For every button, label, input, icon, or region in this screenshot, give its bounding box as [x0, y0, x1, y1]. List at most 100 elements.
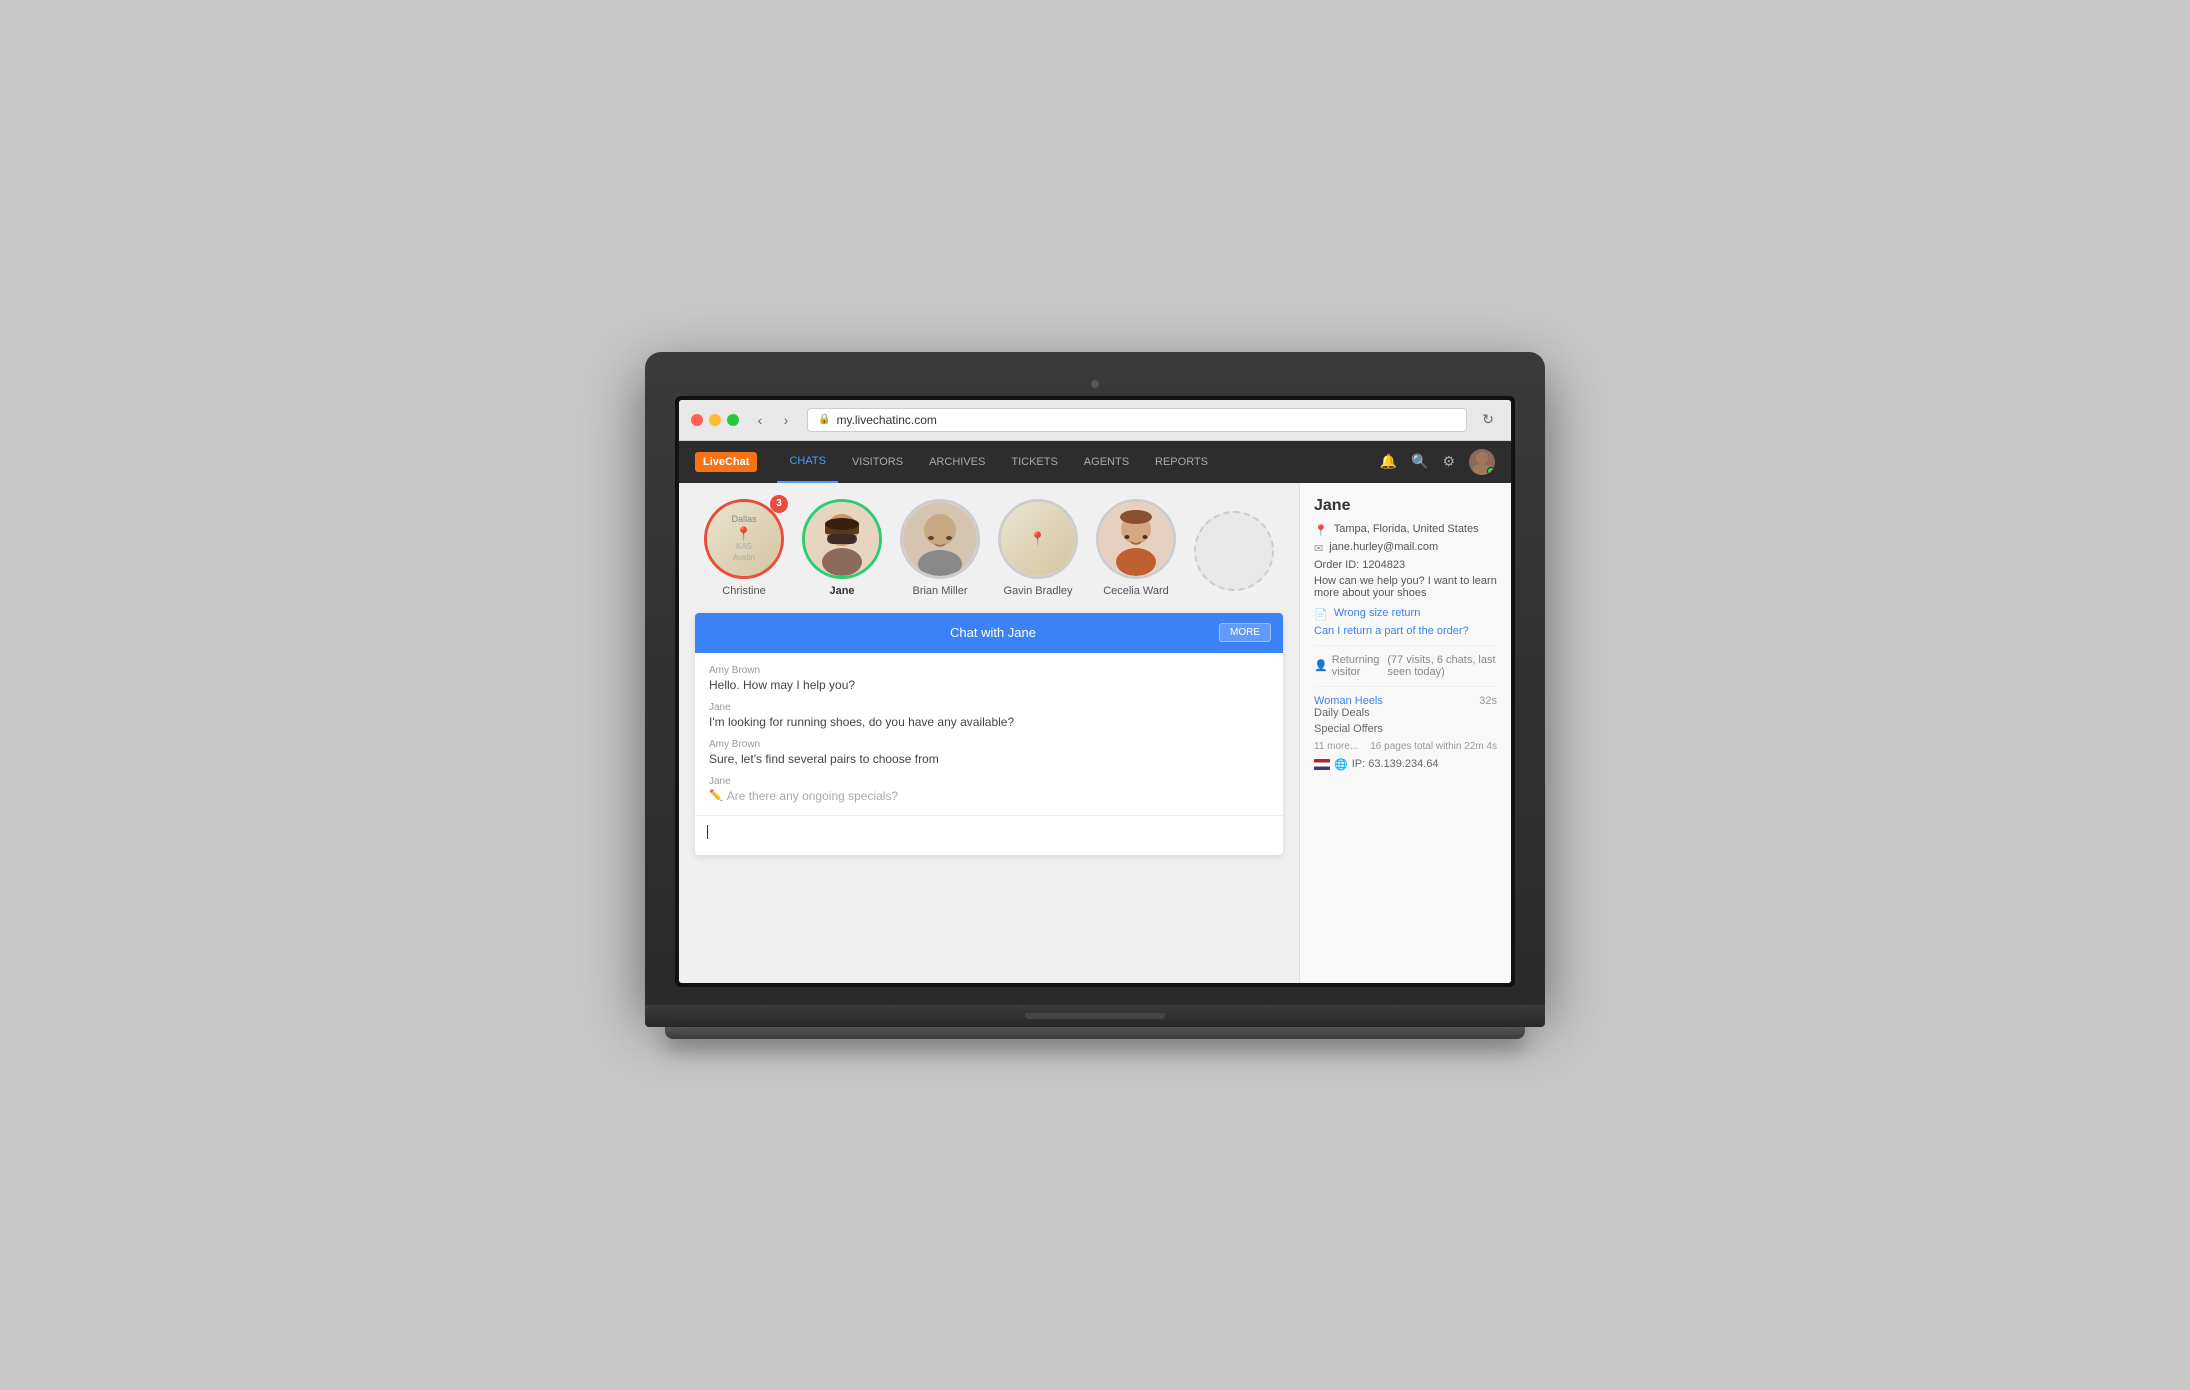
typing-icon: ✏️	[709, 789, 723, 802]
nav-arrows: ‹ ›	[749, 409, 797, 431]
help-row: How can we help you? I want to learn mor…	[1314, 575, 1497, 599]
laptop-notch	[1025, 1013, 1165, 1019]
visitor-jane[interactable]: Jane	[797, 499, 887, 597]
chat-area: Dallas 📍 KAS Austin 3	[679, 483, 1299, 983]
nav-agents[interactable]: AGENTS	[1072, 441, 1141, 483]
nav-chats[interactable]: CHATS	[777, 441, 837, 483]
visitor-gavin[interactable]: 📍 Gavin Bradley	[993, 499, 1083, 597]
laptop-base	[645, 1005, 1545, 1027]
msg-sender-2: Jane	[709, 702, 1269, 713]
url-text: my.livechatinc.com	[836, 413, 936, 427]
links-section: 📄 Wrong size return Can I return a part …	[1314, 607, 1497, 637]
order-row: Order ID: 1204823	[1314, 559, 1497, 571]
laptop-bottom	[665, 1027, 1525, 1039]
sidebar-ip: IP: 63.139.234.64	[1352, 758, 1439, 770]
close-button[interactable]	[691, 414, 703, 426]
traffic-lights	[691, 414, 739, 426]
jane-avatar-wrapper	[802, 499, 882, 579]
email-icon: ✉	[1314, 542, 1323, 555]
gavin-avatar-wrapper: 📍	[998, 499, 1078, 579]
sidebar-email: jane.hurley@mail.com	[1329, 541, 1438, 553]
pages-row-1: Woman Heels 32s	[1314, 695, 1497, 707]
cecelia-avatar-wrapper	[1096, 499, 1176, 579]
brian-name: Brian Miller	[912, 585, 967, 597]
more-button[interactable]: MORE	[1219, 623, 1271, 642]
browser-bar: ‹ › 🔒 my.livechatinc.com ↻	[679, 400, 1511, 441]
screen-bezel: ‹ › 🔒 my.livechatinc.com ↻ LiveChat	[675, 396, 1515, 987]
sidebar-icon-2: 🌐	[1334, 758, 1348, 771]
sidebar-order: Order ID: 1204823	[1314, 559, 1405, 571]
person-icon: 👤	[1314, 659, 1328, 672]
chat-messages: Amy Brown Hello. How may I help you? Jan…	[695, 653, 1283, 815]
url-bar[interactable]: 🔒 my.livechatinc.com	[807, 408, 1467, 432]
total-pages: 16 pages total within 22m 4s	[1370, 741, 1497, 752]
visitor-unknown[interactable]	[1189, 511, 1279, 597]
nav-tickets[interactable]: TICKETS	[999, 441, 1069, 483]
gavin-avatar: 📍	[998, 499, 1078, 579]
msg-text-3: Sure, let's find several pairs to choose…	[709, 752, 1269, 766]
message-4: Jane ✏️ Are there any ongoing specials?	[709, 776, 1269, 803]
visitor-brian[interactable]: Brian Miller	[895, 499, 985, 597]
livechat-logo: LiveChat	[695, 452, 757, 472]
msg-sender-4: Jane	[709, 776, 1269, 787]
link-row-2: Can I return a part of the order?	[1314, 625, 1497, 637]
camera	[1091, 380, 1099, 388]
user-avatar[interactable]	[1469, 449, 1495, 475]
nav-visitors[interactable]: VISITORS	[840, 441, 915, 483]
cecelia-photo	[1099, 502, 1173, 576]
us-flag-icon	[1314, 759, 1330, 770]
link-row-1: 📄 Wrong size return	[1314, 607, 1497, 621]
jane-photo	[805, 502, 879, 576]
message-2: Jane I'm looking for running shoes, do y…	[709, 702, 1269, 729]
divider-1	[1314, 645, 1497, 646]
divider-2	[1314, 686, 1497, 687]
page-item-2: Daily Deals	[1314, 707, 1370, 719]
ip-row: 🌐 IP: 63.139.234.64	[1314, 758, 1497, 771]
search-icon[interactable]: 🔍	[1411, 453, 1428, 470]
msg-sender-1: Amy Brown	[709, 665, 1269, 676]
nav-right: 🔔 🔍 ⚙	[1380, 449, 1495, 475]
forward-button[interactable]: ›	[775, 409, 797, 431]
sidebar-name: Jane	[1314, 497, 1497, 515]
chat-window: Chat with Jane MORE Amy Brown Hello. How…	[695, 613, 1283, 855]
main-content: Dallas 📍 KAS Austin 3	[679, 483, 1511, 983]
right-panel: Jane 📍 Tampa, Florida, United States ✉ j…	[1299, 483, 1511, 983]
message-3: Amy Brown Sure, let's find several pairs…	[709, 739, 1269, 766]
chat-header: Chat with Jane MORE	[695, 613, 1283, 653]
nav-archives[interactable]: ARCHIVES	[917, 441, 997, 483]
christine-avatar-wrapper: Dallas 📍 KAS Austin 3	[704, 499, 784, 579]
jane-avatar	[802, 499, 882, 579]
sidebar-link-2[interactable]: Can I return a part of the order?	[1314, 625, 1469, 637]
christine-map: Dallas 📍 KAS Austin	[707, 502, 781, 576]
chat-input-area[interactable]	[695, 815, 1283, 855]
visitor-cecelia[interactable]: Cecelia Ward	[1091, 499, 1181, 597]
nav-links: CHATS VISITORS ARCHIVES TICKETS AGENTS R…	[777, 441, 1379, 483]
message-1: Amy Brown Hello. How may I help you?	[709, 665, 1269, 692]
logo-text: LiveChat	[703, 456, 749, 468]
back-button[interactable]: ‹	[749, 409, 771, 431]
notification-icon[interactable]: 🔔	[1380, 453, 1397, 470]
page-row-2: Daily Deals	[1314, 707, 1497, 719]
page-row-3: Special Offers	[1314, 723, 1497, 735]
nav-reports[interactable]: REPORTS	[1143, 441, 1220, 483]
visitor-christine[interactable]: Dallas 📍 KAS Austin 3	[699, 499, 789, 597]
online-indicator	[1487, 467, 1495, 475]
minimize-button[interactable]	[709, 414, 721, 426]
gavin-map: 📍	[1001, 502, 1075, 576]
visits-text: (77 visits, 6 chats, last seen today)	[1387, 654, 1497, 678]
chat-title: Chat with Jane	[767, 625, 1219, 640]
reload-button[interactable]: ↻	[1477, 409, 1499, 431]
bottom-stats: 11 more... 16 pages total within 22m 4s	[1314, 741, 1497, 752]
msg-text-4: ✏️ Are there any ongoing specials?	[709, 789, 1269, 803]
location-icon: 📍	[1314, 524, 1328, 537]
page-link-1[interactable]: Woman Heels	[1314, 695, 1383, 707]
brian-avatar-wrapper	[900, 499, 980, 579]
settings-icon[interactable]: ⚙	[1442, 453, 1455, 470]
unknown-avatar-wrapper	[1194, 511, 1274, 591]
sidebar-link-1[interactable]: Wrong size return	[1334, 607, 1421, 619]
fullscreen-button[interactable]	[727, 414, 739, 426]
brian-avatar	[900, 499, 980, 579]
returning-text: Returning visitor	[1332, 654, 1384, 678]
page-item-3: Special Offers	[1314, 723, 1383, 735]
visitors-row: Dallas 📍 KAS Austin 3	[695, 499, 1283, 597]
